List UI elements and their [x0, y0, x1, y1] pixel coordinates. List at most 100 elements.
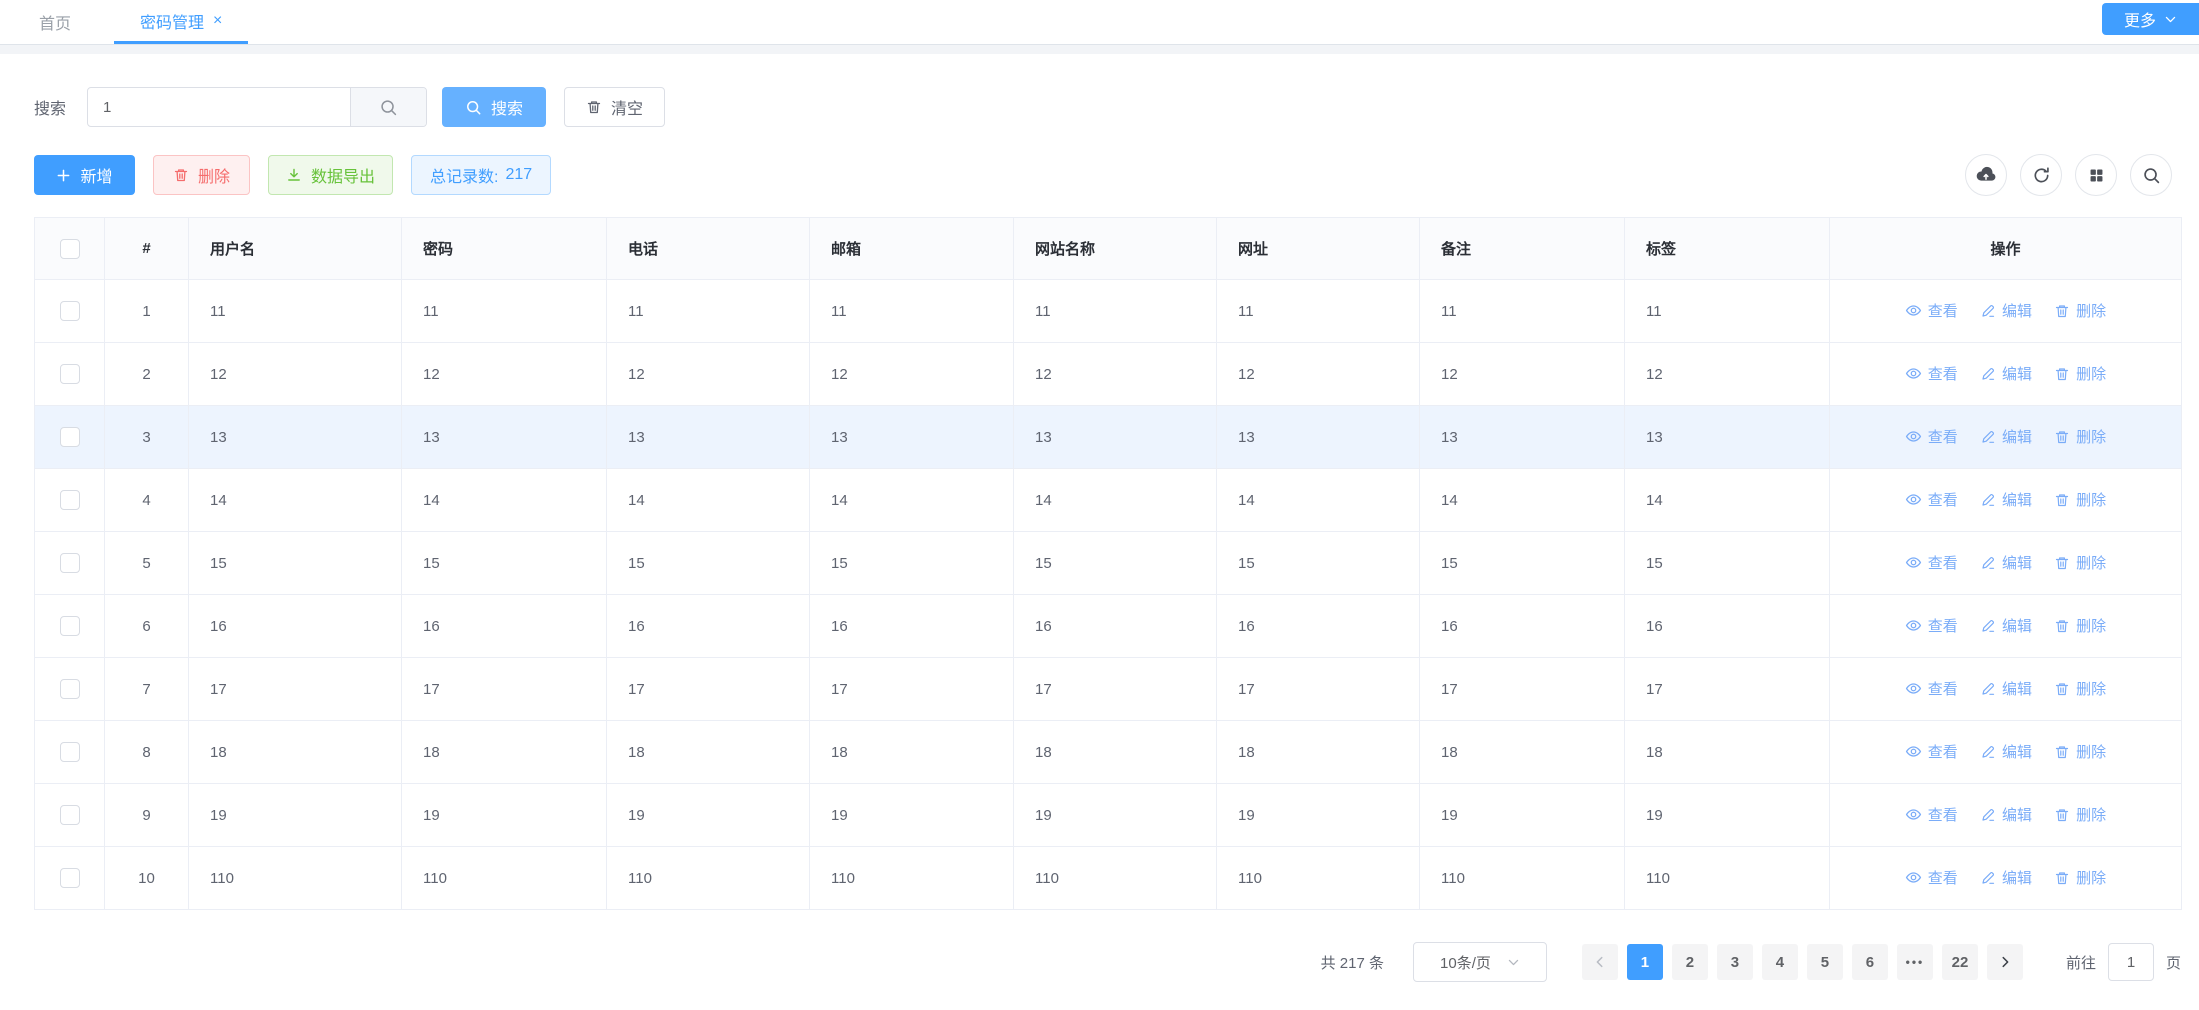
column-search-button[interactable] [2130, 154, 2172, 196]
refresh-button[interactable] [2020, 154, 2062, 196]
cell-tags: 13 [1625, 406, 1830, 469]
input-search-icon-button[interactable] [350, 88, 426, 126]
page-button-3[interactable]: 3 [1717, 944, 1753, 980]
view-link-label: 查看 [1928, 741, 1958, 762]
row-index: 4 [105, 469, 189, 532]
cell-username: 19 [189, 784, 402, 847]
edit-link[interactable]: 编辑 [1980, 300, 2032, 321]
cell-site-name: 11 [1014, 280, 1217, 343]
row-checkbox[interactable] [60, 364, 80, 384]
table-row: 5 15 15 15 15 15 15 15 15 查看 编辑 [35, 532, 2182, 595]
page-button-6[interactable]: 6 [1852, 944, 1888, 980]
cell-site-name: 16 [1014, 595, 1217, 658]
view-link[interactable]: 查看 [1905, 363, 1958, 384]
delete-link[interactable]: 删除 [2054, 363, 2106, 384]
header-divider [0, 45, 2199, 54]
eye-icon [1905, 806, 1922, 823]
edit-link[interactable]: 编辑 [1980, 363, 2032, 384]
cell-username: 17 [189, 658, 402, 721]
edit-link[interactable]: 编辑 [1980, 552, 2032, 573]
row-checkbox[interactable] [60, 805, 80, 825]
search-label: 搜索 [34, 95, 66, 119]
grid-button[interactable] [2075, 154, 2117, 196]
cell-notes: 19 [1420, 784, 1625, 847]
export-button[interactable]: 数据导出 [268, 155, 393, 195]
edit-link[interactable]: 编辑 [1980, 615, 2032, 636]
delete-link[interactable]: 删除 [2054, 678, 2106, 699]
view-link[interactable]: 查看 [1905, 552, 1958, 573]
row-checkbox[interactable] [60, 616, 80, 636]
cell-tags: 14 [1625, 469, 1830, 532]
goto-page: 前往 页 [2066, 943, 2181, 981]
table-row: 9 19 19 19 19 19 19 19 19 查看 编辑 [35, 784, 2182, 847]
row-checkbox[interactable] [60, 427, 80, 447]
row-checkbox[interactable] [60, 679, 80, 699]
goto-page-input[interactable] [2108, 943, 2154, 981]
edit-link[interactable]: 编辑 [1980, 867, 2032, 888]
page-button-2[interactable]: 2 [1672, 944, 1708, 980]
row-checkbox[interactable] [60, 301, 80, 321]
view-link[interactable]: 查看 [1905, 741, 1958, 762]
row-checkbox[interactable] [60, 742, 80, 762]
cell-email: 18 [810, 721, 1014, 784]
more-button[interactable]: 更多 [2102, 3, 2199, 35]
delete-link[interactable]: 删除 [2054, 804, 2106, 825]
eye-icon [1905, 365, 1922, 382]
page-ellipsis-button[interactable]: ••• [1897, 944, 1933, 980]
delete-link-label: 删除 [2076, 552, 2106, 573]
cell-username: 18 [189, 721, 402, 784]
search-button[interactable]: 搜索 [442, 87, 546, 127]
cell-site-name: 18 [1014, 721, 1217, 784]
delete-link[interactable]: 删除 [2054, 867, 2106, 888]
prev-page-button[interactable] [1582, 944, 1618, 980]
close-icon[interactable]: × [213, 13, 222, 29]
column-header-actions: 操作 [1830, 218, 2182, 280]
download-icon [286, 167, 302, 183]
view-link[interactable]: 查看 [1905, 426, 1958, 447]
view-link[interactable]: 查看 [1905, 300, 1958, 321]
tab-home[interactable]: 首页 [39, 0, 71, 44]
page-size-select[interactable]: 10条/页 [1413, 942, 1547, 982]
view-link[interactable]: 查看 [1905, 489, 1958, 510]
view-link[interactable]: 查看 [1905, 804, 1958, 825]
trash-icon [2054, 429, 2070, 445]
view-link[interactable]: 查看 [1905, 615, 1958, 636]
row-checkbox[interactable] [60, 490, 80, 510]
clear-button[interactable]: 清空 [564, 87, 665, 127]
cloud-upload-button[interactable] [1965, 154, 2007, 196]
cell-url: 110 [1217, 847, 1420, 910]
view-link[interactable]: 查看 [1905, 867, 1958, 888]
tab-password-management[interactable]: 密码管理 × [114, 0, 248, 44]
cell-phone: 15 [607, 532, 810, 595]
delete-link[interactable]: 删除 [2054, 489, 2106, 510]
column-header-username: 用户名 [189, 218, 402, 280]
delete-link[interactable]: 删除 [2054, 426, 2106, 447]
edit-link[interactable]: 编辑 [1980, 426, 2032, 447]
row-checkbox[interactable] [60, 553, 80, 573]
select-all-checkbox[interactable] [60, 239, 80, 259]
cell-password: 19 [402, 784, 607, 847]
search-input[interactable] [88, 88, 350, 126]
page-button-4[interactable]: 4 [1762, 944, 1798, 980]
edit-link-label: 编辑 [2002, 426, 2032, 447]
edit-link[interactable]: 编辑 [1980, 804, 2032, 825]
delete-link[interactable]: 删除 [2054, 741, 2106, 762]
column-header-url: 网址 [1217, 218, 1420, 280]
row-checkbox[interactable] [60, 868, 80, 888]
plus-icon [56, 168, 71, 183]
delete-link[interactable]: 删除 [2054, 552, 2106, 573]
next-page-button[interactable] [1987, 944, 2023, 980]
delete-button[interactable]: 删除 [153, 155, 250, 195]
delete-link[interactable]: 删除 [2054, 615, 2106, 636]
view-link[interactable]: 查看 [1905, 678, 1958, 699]
table-row: 2 12 12 12 12 12 12 12 12 查看 编辑 [35, 343, 2182, 406]
page-button-5[interactable]: 5 [1807, 944, 1843, 980]
edit-link[interactable]: 编辑 [1980, 678, 2032, 699]
edit-link[interactable]: 编辑 [1980, 489, 2032, 510]
chevron-down-icon [1507, 956, 1520, 969]
delete-link[interactable]: 删除 [2054, 300, 2106, 321]
page-button-1[interactable]: 1 [1627, 944, 1663, 980]
edit-link[interactable]: 编辑 [1980, 741, 2032, 762]
add-button[interactable]: 新增 [34, 155, 135, 195]
page-button-22[interactable]: 22 [1942, 944, 1978, 980]
